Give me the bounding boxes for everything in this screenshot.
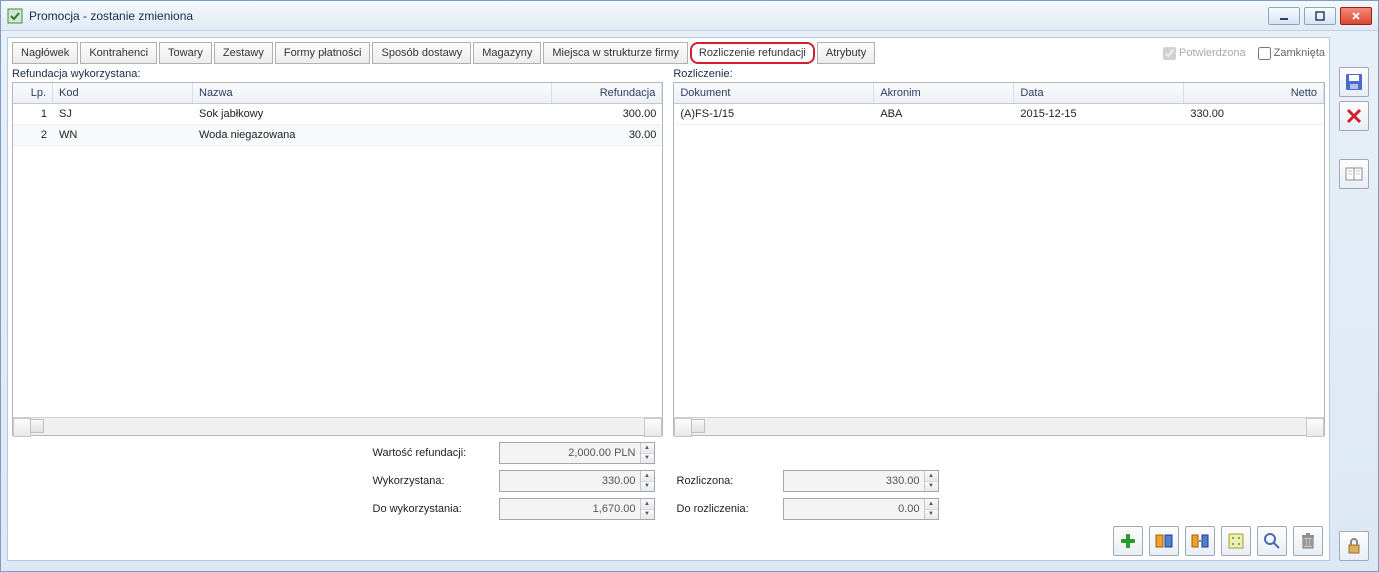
summary-right: Rozliczona: ▲▼ Do rozliczenia: ▲▼ (671, 442, 1326, 520)
titlebar: Promocja - zostanie zmieniona (1, 1, 1378, 31)
status-checkboxes: Potwierdzona Zamknięta (1163, 47, 1325, 60)
field-wykorzystana: Wykorzystana: ▲▼ (373, 470, 655, 492)
confirmed-checkbox (1163, 47, 1176, 60)
tab-rozliczenie-refundacji[interactable]: Rozliczenie refundacji (690, 42, 815, 64)
left-pane-title: Refundacja wykorzystana: (12, 68, 663, 80)
rozliczona-input[interactable]: ▲▼ (783, 470, 939, 492)
tab-sposob-dostawy[interactable]: Sposób dostawy (372, 42, 471, 64)
col-kod[interactable]: Kod (53, 83, 193, 103)
close-button[interactable] (1340, 7, 1372, 25)
confirmed-checkbox-label: Potwierdzona (1163, 47, 1246, 60)
tab-miejsca[interactable]: Miejsca w strukturze firmy (543, 42, 688, 64)
right-grid: Dokument Akronim Data Netto (A)FS-1/15 A… (673, 82, 1325, 436)
left-hscrollbar[interactable] (13, 417, 662, 435)
col-data[interactable]: Data (1014, 83, 1184, 103)
do-wyk-label: Do wykorzystania: (373, 503, 493, 515)
unlink-button[interactable] (1185, 526, 1215, 556)
col-refundacja[interactable]: Refundacja (552, 83, 662, 103)
field-do-rozliczenia: Do rozliczenia: ▲▼ (677, 498, 939, 520)
tab-atrybuty[interactable]: Atrybuty (817, 42, 875, 64)
window-title: Promocja - zostanie zmieniona (29, 9, 1268, 23)
link-button[interactable] (1149, 526, 1179, 556)
table-row[interactable]: 2 WN Woda niegazowana 30.00 (13, 125, 662, 146)
app-icon (7, 8, 23, 24)
right-pane: Rozliczenie: Dokument Akronim Data Netto… (673, 68, 1325, 436)
col-akronim[interactable]: Akronim (874, 83, 1014, 103)
field-do-wykorzystania: Do wykorzystania: ▲▼ (373, 498, 655, 520)
wykorzystana-label: Wykorzystana: (373, 475, 493, 487)
field-wartosc: Wartość refundacji: ▲▼ (373, 442, 655, 464)
tab-zestawy[interactable]: Zestawy (214, 42, 273, 64)
summary-left: Wartość refundacji: ▲▼ Wykorzystana: ▲▼ … (12, 442, 661, 520)
left-pane: Refundacja wykorzystana: Lp. Kod Nazwa R… (12, 68, 663, 436)
bottom-toolbar (12, 520, 1325, 556)
lock-button[interactable] (1339, 531, 1369, 561)
right-pane-title: Rozliczenie: (673, 68, 1325, 80)
wartosc-input[interactable]: ▲▼ (499, 442, 655, 464)
add-button[interactable] (1113, 526, 1143, 556)
wykorzystana-input[interactable]: ▲▼ (499, 470, 655, 492)
closed-checkbox-label[interactable]: Zamknięta (1258, 47, 1325, 60)
panes: Refundacja wykorzystana: Lp. Kod Nazwa R… (12, 68, 1325, 436)
right-grid-body[interactable]: (A)FS-1/15 ABA 2015-12-15 330.00 (674, 104, 1324, 417)
delete-button[interactable] (1293, 526, 1323, 556)
col-netto[interactable]: Netto (1184, 83, 1324, 103)
cancel-button[interactable] (1339, 101, 1369, 131)
field-rozliczona: Rozliczona: ▲▼ (677, 470, 939, 492)
closed-label-text: Zamknięta (1274, 47, 1325, 59)
preview-button[interactable] (1221, 526, 1251, 556)
confirmed-label-text: Potwierdzona (1179, 47, 1246, 59)
tab-naglowek[interactable]: Nagłówek (12, 42, 78, 64)
left-grid-header: Lp. Kod Nazwa Refundacja (13, 83, 662, 104)
content: Nagłówek Kontrahenci Towary Zestawy Form… (1, 31, 1378, 571)
main-area: Nagłówek Kontrahenci Towary Zestawy Form… (7, 37, 1330, 561)
tab-magazyny[interactable]: Magazyny (473, 42, 541, 64)
do-rozl-input[interactable]: ▲▼ (783, 498, 939, 520)
minimize-button[interactable] (1268, 7, 1300, 25)
search-button[interactable] (1257, 526, 1287, 556)
table-row[interactable]: (A)FS-1/15 ABA 2015-12-15 330.00 (674, 104, 1324, 125)
col-dokument[interactable]: Dokument (674, 83, 874, 103)
col-lp[interactable]: Lp. (13, 83, 53, 103)
tabs: Nagłówek Kontrahenci Towary Zestawy Form… (12, 42, 1325, 64)
side-toolbar (1336, 37, 1372, 561)
maximize-button[interactable] (1304, 7, 1336, 25)
wartosc-label: Wartość refundacji: (373, 447, 493, 459)
tab-kontrahenci[interactable]: Kontrahenci (80, 42, 157, 64)
rozliczona-label: Rozliczona: (677, 475, 777, 487)
left-grid-body[interactable]: 1 SJ Sok jabłkowy 300.00 2 WN Woda niega… (13, 104, 662, 417)
do-wyk-input[interactable]: ▲▼ (499, 498, 655, 520)
left-grid: Lp. Kod Nazwa Refundacja 1 SJ Sok jabłko… (12, 82, 663, 436)
do-rozl-label: Do rozliczenia: (677, 503, 777, 515)
window-controls (1268, 7, 1372, 25)
right-grid-header: Dokument Akronim Data Netto (674, 83, 1324, 104)
book-button[interactable] (1339, 159, 1369, 189)
summary: Wartość refundacji: ▲▼ Wykorzystana: ▲▼ … (12, 442, 1325, 520)
save-button[interactable] (1339, 67, 1369, 97)
tab-towary[interactable]: Towary (159, 42, 212, 64)
tab-formy-platnosci[interactable]: Formy płatności (275, 42, 371, 64)
right-hscrollbar[interactable] (674, 417, 1324, 435)
window: Promocja - zostanie zmieniona Nagłówek K… (0, 0, 1379, 572)
table-row[interactable]: 1 SJ Sok jabłkowy 300.00 (13, 104, 662, 125)
col-nazwa[interactable]: Nazwa (193, 83, 552, 103)
closed-checkbox[interactable] (1258, 47, 1271, 60)
